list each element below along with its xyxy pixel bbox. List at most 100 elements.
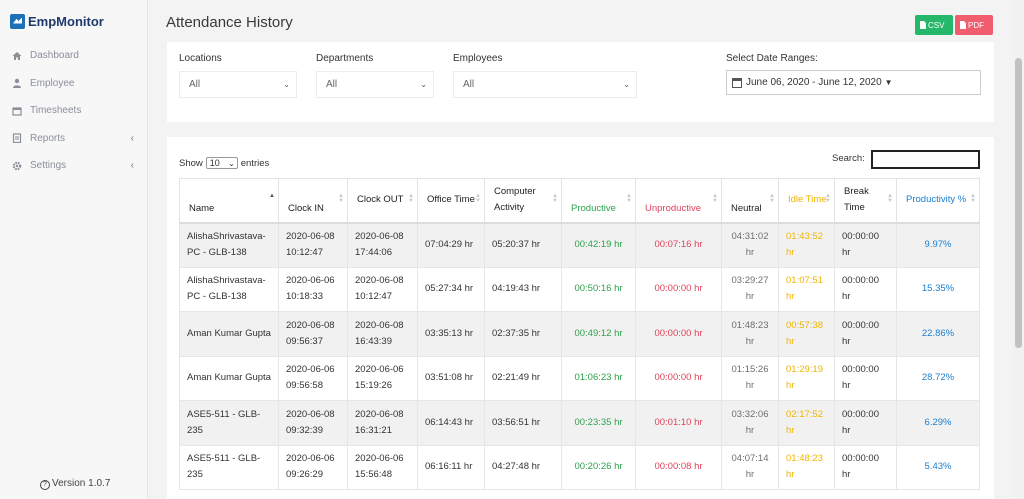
column-header-office-time[interactable]: Office Time ▲ ▼ [417, 178, 485, 224]
chevron-left-icon: ‹ [130, 160, 134, 172]
table-row[interactable]: ASE5-511 - GLB-235 2020-06-06 09:26:29 2… [179, 444, 980, 490]
entries-label: entries [240, 157, 270, 169]
search-input[interactable] [871, 150, 980, 169]
cell-computer-activity: 04:19:43 hr [484, 266, 562, 312]
column-header-name[interactable]: Name ▲ [179, 178, 279, 224]
report-icon [12, 133, 22, 144]
table-header-row: Name ▲ Clock IN ▲ ▼ Clock OUT ▲ ▼ Office Time… [179, 178, 980, 224]
cell-productivity: 15.35% [896, 266, 980, 312]
locations-label: Locations [179, 53, 222, 64]
column-header-clock-in[interactable]: Clock IN ▲ ▼ [278, 178, 348, 224]
column-label: Clock IN [288, 203, 324, 215]
cell-idle-time: 01:48:23 hr [778, 444, 835, 490]
cell-unproductive: 00:00:00 hr [635, 266, 722, 312]
page-title: Attendance History [166, 14, 293, 31]
sidebar-item-label: Settings [30, 160, 67, 172]
scrollbar-thumb[interactable] [1015, 58, 1022, 348]
cell-clock-out: 2020-06-08 16:43:39 [347, 311, 418, 357]
cell-break-time: 00:00:00 hr [834, 444, 897, 490]
cell-clock-in: 2020-06-06 10:18:33 [278, 266, 348, 312]
sidebar-item-employee[interactable]: Employee [0, 70, 148, 98]
cell-clock-in: 2020-06-06 09:26:29 [278, 444, 348, 490]
logo-icon [10, 13, 25, 29]
table-row[interactable]: ASE5-511 - GLB-235 2020-06-08 09:32:39 2… [179, 400, 980, 446]
cell-productivity: 9.97% [896, 222, 980, 268]
table-wrapper: Name ▲ Clock IN ▲ ▼ Clock OUT ▲ ▼ Office Time… [179, 178, 980, 490]
sidebar-item-timesheets[interactable]: Timesheets [0, 97, 148, 125]
cell-unproductive: 00:00:08 hr [635, 444, 722, 490]
cell-productivity: 5.43% [896, 444, 980, 490]
cell-computer-activity: 03:56:51 hr [484, 400, 562, 446]
cell-productive: 00:20:26 hr [561, 444, 636, 490]
cell-productive: 00:23:35 hr [561, 400, 636, 446]
sort-icon: ▲ ▼ [970, 193, 976, 204]
help-icon: ? [40, 480, 50, 490]
caret-down-icon: ▼ [884, 78, 893, 87]
cell-neutral: 04:07:14 hr [721, 444, 779, 490]
employees-value: All [463, 79, 475, 90]
cell-idle-time: 01:29:19 hr [778, 355, 835, 401]
cell-neutral: 03:29:27 hr [721, 266, 779, 312]
column-header-productive[interactable]: Productive ▲ ▼ [561, 178, 636, 224]
table-row[interactable]: AlishaShrivastava-PC - GLB-138 2020-06-0… [179, 266, 980, 312]
column-label: Name [189, 203, 215, 215]
home-icon [12, 51, 22, 61]
attendance-table-panel: Show 10 ⌄ entries Search: Name ▲ Clock IN… [167, 137, 994, 499]
sort-icon: ▲ ▼ [475, 193, 481, 204]
departments-value: All [326, 79, 338, 90]
chevron-down-icon: ⌄ [228, 159, 235, 168]
departments-label: Departments [316, 53, 374, 64]
sidebar-item-dashboard[interactable]: Dashboard [0, 42, 148, 70]
cell-office-time: 06:16:11 hr [417, 444, 485, 490]
cell-unproductive: 00:00:00 hr [635, 355, 722, 401]
calendar-icon [732, 77, 742, 88]
column-header-computer-activity[interactable]: Computer Activity ▲ ▼ [484, 178, 562, 224]
column-label: Neutral [731, 203, 762, 215]
entries-select[interactable]: 10 ⌄ [205, 157, 238, 169]
table-row[interactable]: Aman Kumar Gupta 2020-06-08 09:56:37 202… [179, 311, 980, 357]
column-header-clock-out[interactable]: Clock OUT ▲ ▼ [347, 178, 418, 224]
export-pdf-button[interactable]: PDF [955, 15, 993, 35]
cell-computer-activity: 02:37:35 hr [484, 311, 562, 357]
sidebar-item-reports[interactable]: Reports ‹ [0, 125, 148, 153]
cell-unproductive: 00:01:10 hr [635, 400, 722, 446]
version-text: Version 1.0.7 [52, 478, 111, 489]
cell-computer-activity: 04:27:48 hr [484, 444, 562, 490]
column-header-idle-time[interactable]: Idle Time ▲ ▼ [778, 178, 835, 224]
table-row[interactable]: AlishaShrivastava-PC - GLB-138 2020-06-0… [179, 222, 980, 268]
sidebar-item-label: Dashboard [30, 50, 79, 62]
chevron-down-icon: ⌄ [623, 80, 630, 89]
column-header-productivity[interactable]: Productivity % ▲ ▼ [896, 178, 980, 224]
column-header-unproductive[interactable]: Unproductive ▲ ▼ [635, 178, 722, 224]
sort-icon: ▲ ▼ [712, 193, 718, 204]
date-range-picker[interactable]: June 06, 2020 - June 12, 2020 ▼ [726, 70, 981, 95]
locations-select[interactable]: All ⌄ [179, 71, 297, 98]
departments-select[interactable]: All ⌄ [316, 71, 434, 98]
export-csv-button[interactable]: CSV [915, 15, 953, 35]
cell-idle-time: 01:07:51 hr [778, 266, 835, 312]
cell-idle-time: 02:17:52 hr [778, 400, 835, 446]
employees-select[interactable]: All ⌄ [453, 71, 637, 98]
cell-break-time: 00:00:00 hr [834, 355, 897, 401]
sort-icon: ▲ ▼ [408, 193, 414, 204]
table-row[interactable]: Aman Kumar Gupta 2020-06-06 09:56:58 202… [179, 355, 980, 401]
column-label: Clock OUT [357, 194, 404, 206]
column-header-break-time[interactable]: Break Time ▲ ▼ [834, 178, 897, 224]
show-label: Show [179, 157, 203, 169]
sort-icon: ▲ ▼ [626, 193, 632, 204]
cell-neutral: 04:31:02 hr [721, 222, 779, 268]
sidebar-item-settings[interactable]: Settings ‹ [0, 152, 148, 180]
sort-icon: ▲ ▼ [825, 193, 831, 204]
cell-name: Aman Kumar Gupta [179, 311, 279, 357]
cell-office-time: 03:35:13 hr [417, 311, 485, 357]
cell-office-time: 06:14:43 hr [417, 400, 485, 446]
brand-logo[interactable]: EmpMonitor [10, 10, 104, 32]
cell-neutral: 03:32:06 hr [721, 400, 779, 446]
filter-panel: Locations All ⌄ Departments All ⌄ Employ… [167, 42, 994, 122]
sidebar-item-label: Timesheets [30, 105, 82, 117]
page-scrollbar[interactable] [1013, 0, 1024, 499]
cell-clock-out: 2020-06-06 15:19:26 [347, 355, 418, 401]
cell-break-time: 00:00:00 hr [834, 311, 897, 357]
cell-productivity: 28.72% [896, 355, 980, 401]
column-header-neutral[interactable]: Neutral ▲ ▼ [721, 178, 779, 224]
